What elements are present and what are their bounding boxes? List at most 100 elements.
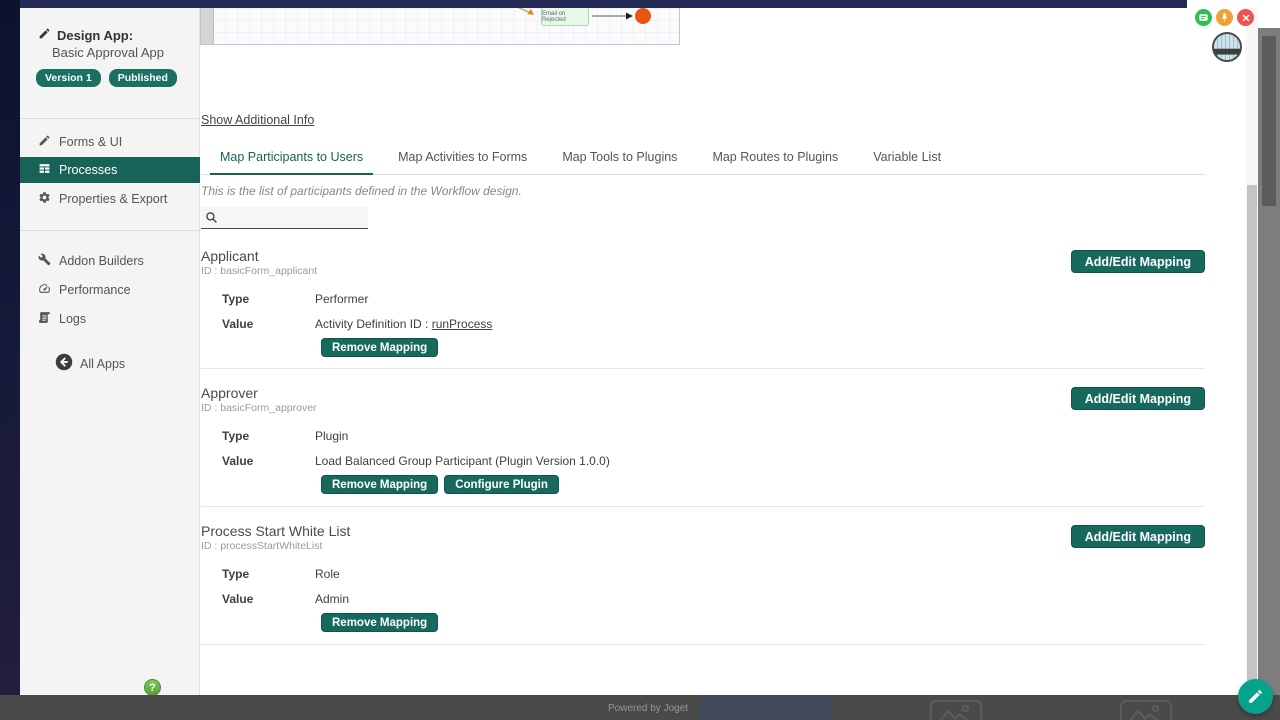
flow-node-email-on-rejected[interactable]: Email on Rejected <box>541 8 589 26</box>
tab-map-tools-to-plugins[interactable]: Map Tools to Plugins <box>552 142 687 174</box>
right-corner-fill <box>1258 0 1280 28</box>
value-text: Load Balanced Group Participant (Plugin … <box>315 454 610 468</box>
pencil-icon <box>1247 688 1264 705</box>
edit-fab-button[interactable] <box>1238 679 1273 714</box>
all-apps-link[interactable]: All Apps <box>55 353 125 374</box>
remove-mapping-button[interactable]: Remove Mapping <box>321 338 438 357</box>
sidebar-divider <box>20 230 200 231</box>
published-badge: Published <box>109 69 177 87</box>
tab-map-routes-to-plugins[interactable]: Map Routes to Plugins <box>702 142 848 174</box>
end-node-icon <box>635 8 651 24</box>
sidebar-item-label: Forms & UI <box>59 135 122 149</box>
pin-button[interactable] <box>1216 9 1233 26</box>
user-avatar[interactable] <box>1212 32 1242 62</box>
diagram-arrows <box>201 8 679 43</box>
design-app-label: Design App: <box>57 28 133 43</box>
x-icon <box>1241 13 1251 23</box>
app-name: Basic Approval App <box>52 45 164 60</box>
search-icon <box>205 211 218 224</box>
tab-map-participants-to-users[interactable]: Map Participants to Users <box>210 142 373 175</box>
value-label: Value <box>222 454 315 468</box>
tab-map-activities-to-forms[interactable]: Map Activities to Forms <box>388 142 537 174</box>
type-value: Performer <box>315 292 368 306</box>
sidebar-item-properties-export[interactable]: Properties & Export <box>20 186 200 212</box>
tab-variable-list[interactable]: Variable List <box>863 142 951 174</box>
add-edit-mapping-button[interactable]: Add/Edit Mapping <box>1071 525 1205 548</box>
desktop-background: Design App: Basic Approval App Version 1… <box>0 0 1280 720</box>
search-box <box>201 207 368 229</box>
participant-name: Applicant <box>201 248 1205 264</box>
add-edit-mapping-button[interactable]: Add/Edit Mapping <box>1071 250 1205 273</box>
participant-section-process-start-white-list: Process Start White List ID : processSta… <box>201 523 1205 632</box>
sidebar-item-label: Properties & Export <box>59 192 167 206</box>
arrow-left-circle-icon <box>55 353 73 374</box>
version-badge: Version 1 <box>36 69 101 87</box>
value-text: Admin <box>315 592 349 606</box>
speedometer-icon <box>38 282 51 298</box>
participant-id: ID : basicForm_applicant <box>201 265 1205 277</box>
configure-plugin-button[interactable]: Configure Plugin <box>444 475 559 494</box>
app-window: Design App: Basic Approval App Version 1… <box>20 0 1258 695</box>
type-label: Type <box>222 292 315 306</box>
sidebar-item-addon-builders[interactable]: Addon Builders <box>20 248 200 274</box>
minimize-button[interactable] <box>1195 9 1212 26</box>
design-app-heading: Design App: <box>38 27 133 43</box>
close-button[interactable] <box>1237 9 1254 26</box>
participant-section-applicant: Applicant ID : basicForm_applicant Add/E… <box>201 248 1205 357</box>
type-label: Type <box>222 567 315 581</box>
section-separator <box>201 506 1205 507</box>
page-top-navy-bar <box>20 0 1187 8</box>
sidebar-item-performance[interactable]: Performance <box>20 277 200 303</box>
search-input[interactable] <box>218 211 364 225</box>
sidebar-item-logs[interactable]: Logs <box>20 306 200 332</box>
remove-mapping-button[interactable]: Remove Mapping <box>321 475 438 494</box>
type-value: Plugin <box>315 429 348 443</box>
tab-bar: Map Participants to Users Map Activities… <box>201 142 1205 175</box>
sidebar-item-processes[interactable]: Processes <box>20 157 200 183</box>
gear-icon <box>38 191 51 207</box>
app-badges: Version 1 Published <box>36 69 177 87</box>
value-label: Value <box>222 592 315 606</box>
type-value: Role <box>315 567 340 581</box>
sidebar-item-label: Performance <box>59 283 131 297</box>
page-scrollbar-track[interactable] <box>1246 8 1258 695</box>
sidebar-item-label: Logs <box>59 312 86 326</box>
participant-section-approver: Approver ID : basicForm_approver Add/Edi… <box>201 385 1205 494</box>
add-edit-mapping-button[interactable]: Add/Edit Mapping <box>1071 387 1205 410</box>
value-text: Activity Definition ID : runProcess <box>315 317 492 331</box>
page-scrollbar-thumb[interactable] <box>1247 185 1257 690</box>
participants-description: This is the list of participants defined… <box>201 184 522 198</box>
sidebar-divider <box>20 118 200 119</box>
value-label: Value <box>222 317 315 331</box>
logs-icon <box>38 311 51 327</box>
background-window-tint <box>700 695 830 720</box>
sidebar: Design App: Basic Approval App Version 1… <box>20 8 200 695</box>
forms-ui-icon <box>38 134 51 150</box>
type-label: Type <box>222 429 315 443</box>
powered-by-text: Powered by Joget <box>608 703 688 714</box>
participant-id: ID : processStartWhiteList <box>201 540 1205 552</box>
outer-scrollbar-thumb[interactable] <box>1262 36 1276 206</box>
section-separator <box>201 368 1205 369</box>
section-separator <box>201 644 1205 645</box>
taskbar-thumbnail-icon[interactable] <box>925 699 987 720</box>
help-button[interactable]: ? <box>144 679 161 696</box>
sidebar-item-label: Addon Builders <box>59 254 144 268</box>
sidebar-item-forms-ui[interactable]: Forms & UI <box>20 129 200 155</box>
participant-name: Approver <box>201 385 1205 401</box>
window-card-icon <box>1198 12 1209 23</box>
pushpin-icon <box>1219 12 1230 23</box>
taskbar-thumbnail-icon[interactable] <box>1115 699 1177 720</box>
processes-table-icon <box>38 162 51 178</box>
all-apps-label: All Apps <box>80 357 125 371</box>
process-diagram-preview: Email on Rejected <box>200 8 680 45</box>
show-additional-info-link[interactable]: Show Additional Info <box>201 113 314 127</box>
taskbar-strip: Powered by Joget <box>0 695 1280 720</box>
outer-scrollbar-track[interactable] <box>1258 28 1280 720</box>
remove-mapping-button[interactable]: Remove Mapping <box>321 613 438 632</box>
edit-square-icon <box>38 27 51 43</box>
tools-icon <box>38 253 51 269</box>
activity-definition-link[interactable]: runProcess <box>432 317 493 331</box>
participant-id: ID : basicForm_approver <box>201 402 1205 414</box>
sidebar-item-label: Processes <box>59 163 117 177</box>
